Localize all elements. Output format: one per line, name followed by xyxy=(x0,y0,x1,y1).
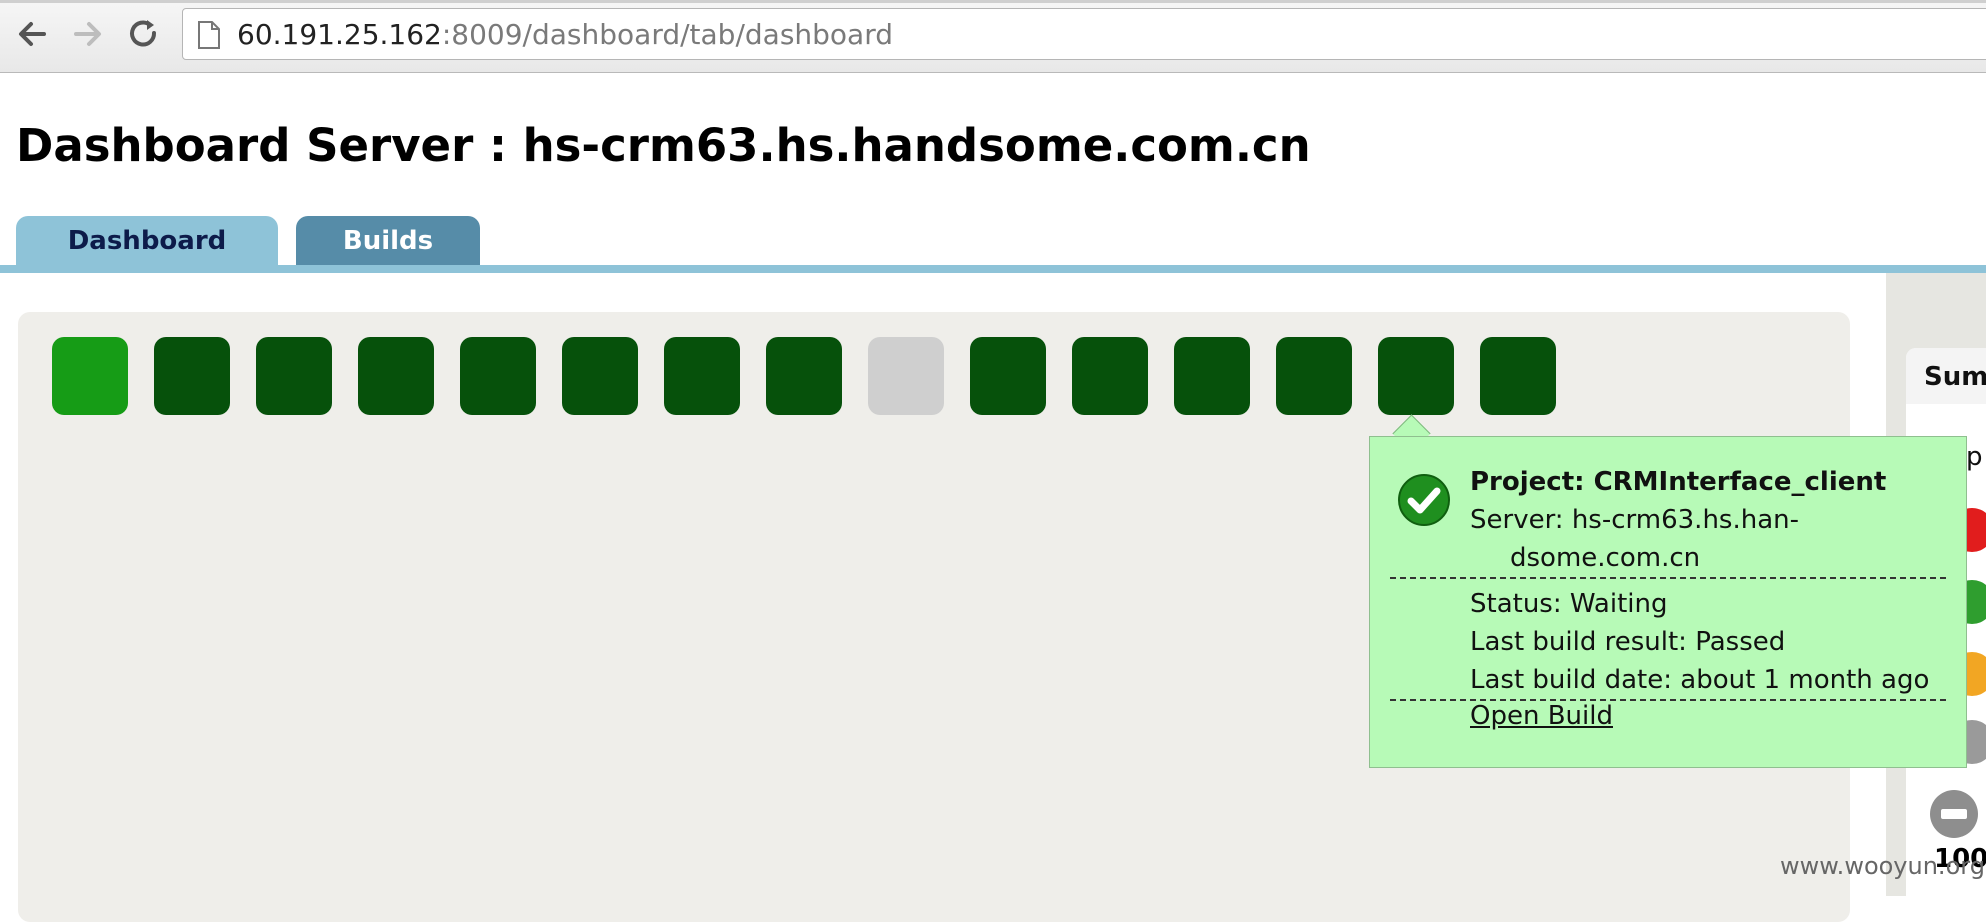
tab-dashboard[interactable]: Dashboard xyxy=(16,216,278,266)
page-icon xyxy=(198,21,220,49)
project-tile[interactable] xyxy=(868,337,944,415)
summary-title: Sum xyxy=(1924,362,1986,392)
summary-header: Sum xyxy=(1906,348,1986,404)
tooltip-server: Server: hs-crm63.hs.han- xyxy=(1470,505,1799,535)
tooltip-last-date: Last build date: about 1 month ago xyxy=(1470,665,1930,695)
project-tile[interactable] xyxy=(1480,337,1556,415)
project-tooltip: Project: CRMInterface_client Server: hs-… xyxy=(1369,436,1967,768)
check-icon xyxy=(1398,474,1450,526)
project-tile[interactable] xyxy=(1378,337,1454,415)
project-tile[interactable] xyxy=(664,337,740,415)
page-title: Dashboard Server : hs-crm63.hs.handsome.… xyxy=(16,119,1311,172)
forward-button[interactable] xyxy=(66,12,110,56)
reload-button[interactable] xyxy=(122,12,166,56)
project-tile[interactable] xyxy=(460,337,536,415)
summary-partial-text: p xyxy=(1966,442,1983,472)
project-tile[interactable] xyxy=(766,337,842,415)
tab-builds[interactable]: Builds xyxy=(296,216,480,266)
project-tile[interactable] xyxy=(52,337,128,415)
back-button[interactable] xyxy=(10,12,54,56)
tooltip-project: Project: CRMInterface_client xyxy=(1470,467,1887,497)
back-arrow-icon xyxy=(19,22,46,46)
address-bar[interactable]: 60.191.25.162:8009/dashboard/tab/dashboa… xyxy=(182,8,1986,60)
project-tile[interactable] xyxy=(1276,337,1352,415)
forward-arrow-icon xyxy=(74,22,101,46)
open-build-link[interactable]: Open Build xyxy=(1470,701,1613,731)
reload-icon xyxy=(130,20,157,47)
tab-strip-edge xyxy=(0,0,1986,3)
url-text: 60.191.25.162:8009/dashboard/tab/dashboa… xyxy=(237,19,893,51)
project-tile[interactable] xyxy=(970,337,1046,415)
tooltip-status: Status: Waiting xyxy=(1470,589,1668,619)
project-tile[interactable] xyxy=(562,337,638,415)
project-tile[interactable] xyxy=(1174,337,1250,415)
tooltip-last-result: Last build result: Passed xyxy=(1470,627,1786,657)
tab-underline xyxy=(0,265,1986,273)
tooltip-server-continued: dsome.com.cn xyxy=(1510,543,1701,573)
project-tile[interactable] xyxy=(358,337,434,415)
url-path: :8009/dashboard/tab/dashboard xyxy=(441,18,894,51)
watermark: www.wooyun.org xyxy=(1780,852,1985,880)
project-tile[interactable] xyxy=(256,337,332,415)
tooltip-divider xyxy=(1390,577,1946,579)
url-host: 60.191.25.162 xyxy=(237,18,442,51)
browser-toolbar: 60.191.25.162:8009/dashboard/tab/dashboa… xyxy=(0,0,1986,73)
disabled-status-icon xyxy=(1930,790,1978,838)
project-tile[interactable] xyxy=(1072,337,1148,415)
project-tile[interactable] xyxy=(154,337,230,415)
